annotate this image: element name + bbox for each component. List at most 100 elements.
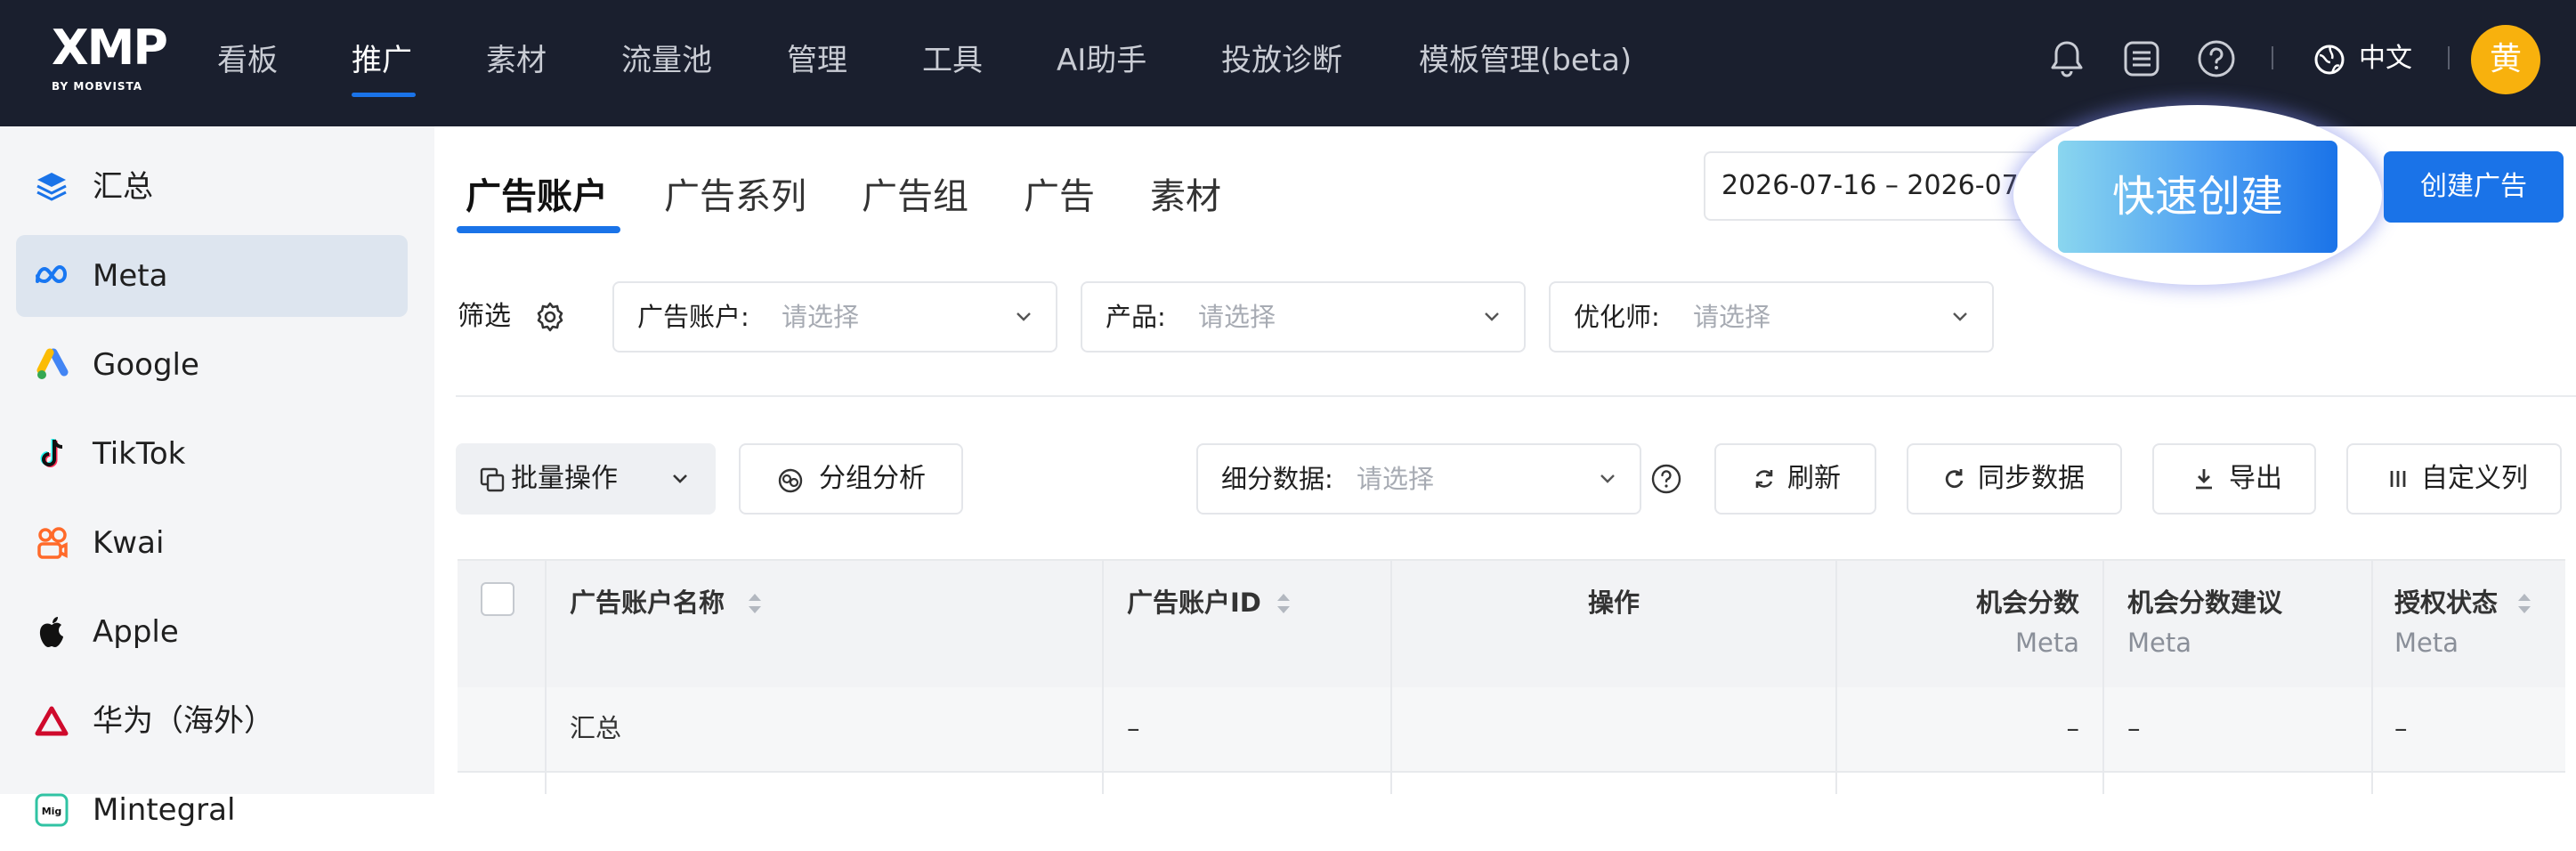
sidebar-item-meta[interactable]: Meta — [16, 235, 408, 317]
sidebar-item-google[interactable]: Google — [16, 324, 408, 406]
product-select-placeholder: 请选择 — [1198, 302, 1276, 332]
platform-sidebar: 汇总 Meta Google TikTok Kwai Apple 华为（海外） … — [0, 126, 434, 828]
table-header — [458, 559, 2565, 687]
nav-template-management[interactable]: 模板管理(beta) — [1419, 34, 1632, 87]
avatar[interactable]: 黄 — [2471, 25, 2540, 94]
nav-dashboard[interactable]: 看板 — [217, 34, 278, 87]
sync-data-button[interactable]: 同步数据 — [1907, 443, 2122, 515]
column-divider — [545, 559, 547, 794]
column-subheader-platform: Meta — [2127, 628, 2192, 658]
sidebar-item-label: Kwai — [93, 525, 165, 561]
nav-traffic-pool[interactable]: 流量池 — [621, 34, 712, 87]
product-select[interactable]: 产品: 请选择 — [1081, 281, 1526, 353]
ad-account-select[interactable]: 广告账户: 请选择 — [612, 281, 1057, 353]
filter-settings-gear-icon[interactable] — [532, 299, 568, 335]
globe-icon — [2314, 45, 2345, 74]
layers-icon — [36, 173, 67, 201]
sidebar-item-mintegral[interactable]: Mig Mintegral — [16, 769, 408, 851]
breakdown-help-icon[interactable] — [1650, 463, 1682, 495]
column-subheader-platform: Meta — [2014, 628, 2079, 658]
sidebar-item-huawei[interactable]: 华为（海外） — [16, 680, 408, 762]
column-divider — [1390, 559, 1392, 794]
group-analysis-icon — [778, 468, 803, 493]
sort-icon[interactable] — [2515, 589, 2533, 618]
sidebar-item-label: Google — [93, 347, 199, 383]
google-ads-icon — [36, 348, 69, 379]
language-switch[interactable]: 中文 — [2313, 37, 2412, 80]
refresh-button[interactable]: 刷新 — [1714, 443, 1876, 515]
chevron-down-icon — [1600, 474, 1615, 483]
chevron-down-icon — [1485, 312, 1499, 321]
nav-creatives[interactable]: 素材 — [486, 34, 547, 87]
tab-ad-accounts[interactable]: 广告账户 — [466, 166, 608, 228]
tab-active-indicator — [457, 226, 620, 233]
column-header-account-id[interactable]: 广告账户ID — [1127, 583, 1261, 622]
apple-icon — [39, 617, 63, 647]
xmp-logo[interactable]: XMP BY MOBVISTA — [52, 21, 168, 98]
column-header-auth-status[interactable]: 授权状态 — [2394, 583, 2498, 622]
nav-delivery-diagnosis[interactable]: 投放诊断 — [1221, 34, 1342, 87]
summary-row — [458, 687, 2565, 773]
column-divider — [1102, 559, 1104, 794]
tab-ad-groups[interactable]: 广告组 — [862, 166, 968, 228]
batch-operations-label: 批量操作 — [511, 463, 618, 494]
column-header-opportunity-score[interactable]: 机会分数 — [1976, 583, 2079, 622]
column-header-account-name[interactable]: 广告账户名称 — [570, 583, 725, 622]
breakdown-select-placeholder: 请选择 — [1357, 464, 1435, 494]
nav-management[interactable]: 管理 — [787, 34, 847, 87]
nav-divider — [2272, 46, 2273, 69]
custom-columns-button[interactable]: 自定义列 — [2346, 443, 2562, 515]
optimizer-select[interactable]: 优化师: 请选择 — [1549, 281, 1994, 353]
ad-account-select-label: 广告账户: — [637, 302, 749, 332]
sort-icon[interactable] — [1275, 589, 1292, 618]
nav-tools[interactable]: 工具 — [922, 34, 983, 87]
sidebar-item-summary[interactable]: 汇总 — [16, 146, 408, 228]
breakdown-select[interactable]: 细分数据: 请选择 — [1196, 443, 1641, 515]
refresh-icon — [1755, 470, 1773, 488]
export-button[interactable]: 导出 — [2152, 443, 2316, 515]
refresh-label: 刷新 — [1787, 463, 1841, 494]
meta-logo-icon — [36, 264, 68, 284]
batch-operations-button[interactable]: 批量操作 — [456, 443, 716, 515]
custom-columns-label: 自定义列 — [2421, 463, 2528, 494]
group-analysis-button[interactable]: 分组分析 — [739, 443, 963, 515]
bell-icon[interactable] — [2045, 37, 2088, 80]
mintegral-icon: Mig — [35, 793, 69, 827]
column-header-opportunity-suggestion[interactable]: 机会分数建议 — [2127, 583, 2282, 622]
sidebar-item-apple[interactable]: Apple — [16, 591, 408, 673]
export-label: 导出 — [2229, 463, 2282, 494]
column-header-actions: 操作 — [1588, 588, 1640, 618]
tab-creatives[interactable]: 素材 — [1150, 166, 1221, 228]
sidebar-item-label: TikTok — [93, 436, 186, 472]
column-divider — [1835, 559, 1837, 794]
chevron-down-icon — [673, 474, 687, 483]
sidebar-item-tiktok[interactable]: TikTok — [16, 413, 408, 495]
tab-campaigns[interactable]: 广告系列 — [664, 166, 806, 228]
quick-create-button[interactable]: 快速创建 — [2058, 141, 2337, 253]
nav-divider — [2448, 46, 2450, 69]
copy-icon — [480, 467, 505, 492]
nav-ai-assistant[interactable]: AI助手 — [1057, 34, 1146, 87]
tab-ads[interactable]: 广告 — [1024, 166, 1095, 228]
huawei-icon — [35, 706, 69, 736]
column-divider — [2371, 559, 2373, 794]
section-divider — [456, 395, 2576, 397]
tiktok-icon — [40, 439, 63, 467]
sidebar-item-kwai[interactable]: Kwai — [16, 502, 408, 584]
ad-account-select-placeholder: 请选择 — [782, 302, 860, 332]
create-ad-button[interactable]: 创建广告 — [2384, 151, 2564, 223]
sidebar-item-label: 汇总 — [93, 169, 153, 205]
group-analysis-label: 分组分析 — [819, 463, 926, 494]
sidebar-item-label: Meta — [93, 258, 168, 294]
summary-cell-opportunity-suggestion: – — [2127, 713, 2141, 743]
nav-promotion[interactable]: 推广 — [352, 34, 412, 87]
sort-icon[interactable] — [746, 589, 764, 618]
select-all-checkbox[interactable] — [481, 582, 514, 616]
columns-icon — [2390, 471, 2406, 487]
help-icon[interactable] — [2195, 37, 2238, 80]
optimizer-select-label: 优化师: — [1574, 302, 1660, 332]
summary-cell-name: 汇总 — [570, 713, 622, 743]
optimizer-select-placeholder: 请选择 — [1693, 302, 1771, 332]
list-icon[interactable] — [2120, 37, 2163, 80]
summary-cell-id: – — [1127, 713, 1140, 743]
